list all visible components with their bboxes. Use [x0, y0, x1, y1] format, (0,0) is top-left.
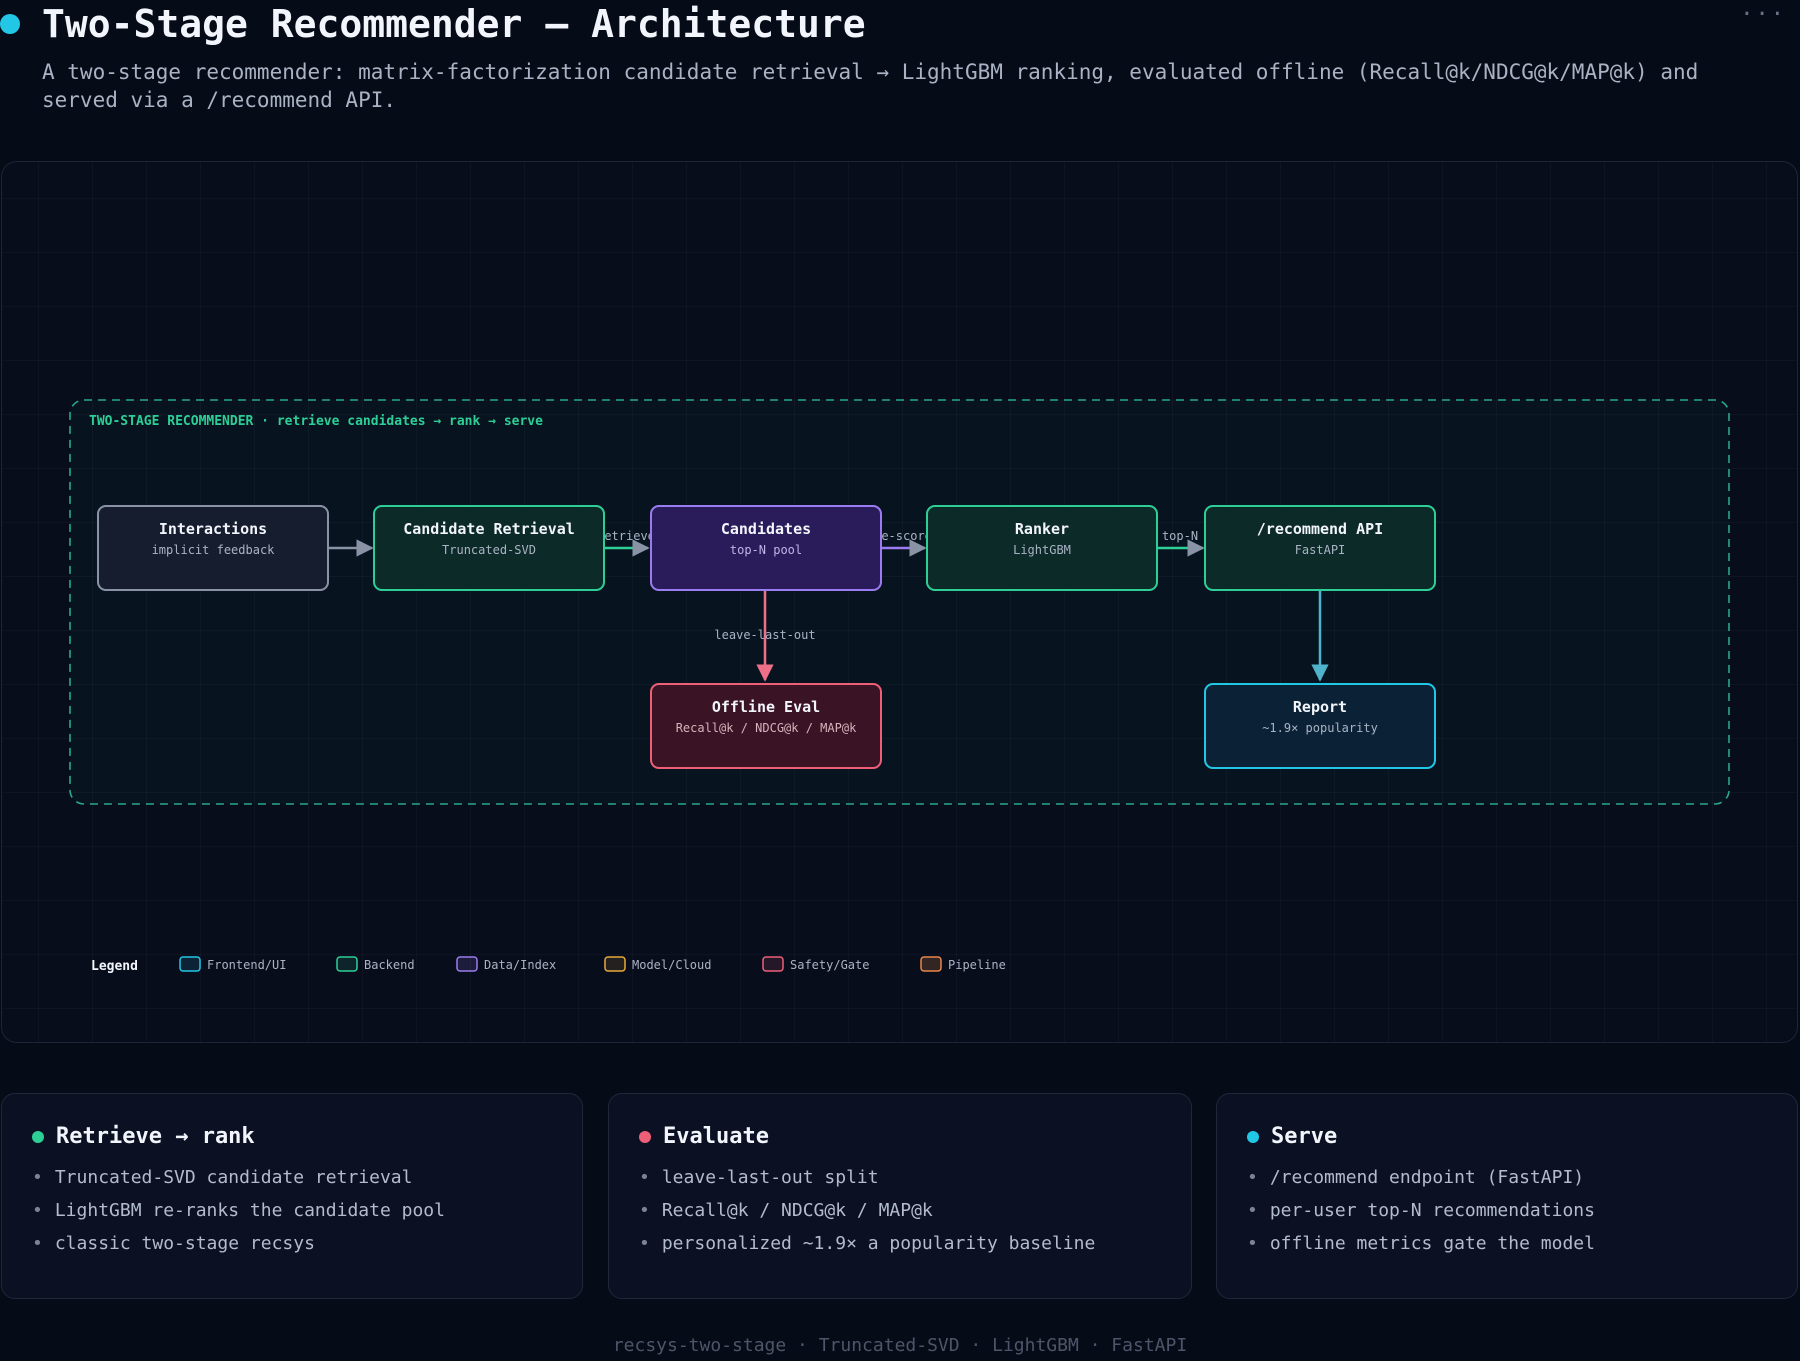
- card-retrieve-rank-list: Truncated-SVD candidate retrieval LightG…: [32, 1161, 582, 1260]
- node-candidate-retrieval-title: Candidate Retrieval: [403, 520, 575, 538]
- legend: Legend Frontend/UI Backend Data/Index Mo…: [91, 956, 1006, 974]
- legend-item-model: Model/Cloud: [604, 956, 711, 972]
- node-candidates-subtitle: top-N pool: [730, 543, 802, 557]
- legend-swatch-backend: [336, 956, 358, 972]
- legend-swatch-frontend: [179, 956, 201, 972]
- legend-item-pipeline: Pipeline: [920, 956, 1006, 972]
- list-item: per-user top-N recommendations: [1247, 1194, 1797, 1227]
- card-evaluate: Evaluate leave-last-out split Recall@k /…: [608, 1093, 1192, 1299]
- legend-label-model: Model/Cloud: [632, 958, 711, 972]
- card-serve-title: Serve: [1271, 1124, 1338, 1149]
- architecture-diagram: TWO-STAGE RECOMMENDER · retrieve candida…: [69, 399, 1730, 974]
- card-evaluate-list: leave-last-out split Recall@k / NDCG@k /…: [639, 1161, 1191, 1260]
- legend-swatch-model: [604, 956, 626, 972]
- node-offline-eval-title: Offline Eval: [712, 698, 820, 716]
- node-interactions-title: Interactions: [159, 520, 267, 538]
- card-serve-head: Serve: [1247, 1124, 1797, 1149]
- card-serve-list: /recommend endpoint (FastAPI) per-user t…: [1247, 1161, 1797, 1260]
- card-serve: Serve /recommend endpoint (FastAPI) per-…: [1216, 1093, 1798, 1299]
- node-recommend-api-title: /recommend API: [1257, 520, 1383, 538]
- legend-title: Legend: [91, 959, 138, 974]
- footer: recsys-two-stage · Truncated-SVD · Light…: [612, 1335, 1188, 1356]
- node-candidates-title: Candidates: [721, 520, 811, 538]
- node-offline-eval-subtitle: Recall@k / NDCG@k / MAP@k: [676, 721, 857, 735]
- legend-label-data: Data/Index: [484, 958, 556, 972]
- list-item: Recall@k / NDCG@k / MAP@k: [639, 1194, 1191, 1227]
- card-evaluate-head: Evaluate: [639, 1124, 1191, 1149]
- node-ranker-title: Ranker: [1015, 520, 1069, 538]
- edge-label-leave-last-out: leave-last-out: [714, 628, 815, 642]
- card-retrieve-rank-title: Retrieve → rank: [56, 1124, 255, 1149]
- legend-label-safety: Safety/Gate: [790, 958, 869, 972]
- node-ranker-subtitle: LightGBM: [1013, 543, 1071, 557]
- legend-label-frontend: Frontend/UI: [207, 958, 286, 972]
- list-item: personalized ~1.9× a popularity baseline: [639, 1227, 1191, 1260]
- node-report-title: Report: [1293, 698, 1347, 716]
- card-retrieve-rank-head: Retrieve → rank: [32, 1124, 582, 1149]
- pipeline-group-label: TWO-STAGE RECOMMENDER · retrieve candida…: [89, 414, 543, 429]
- card-retrieve-rank: Retrieve → rank Truncated-SVD candidate …: [1, 1093, 583, 1299]
- edge-label-re-score: re-score: [874, 529, 932, 543]
- node-recommend-api[interactable]: /recommend API FastAPI: [1204, 505, 1436, 591]
- node-interactions-subtitle: implicit feedback: [152, 543, 276, 557]
- legend-label-backend: Backend: [364, 958, 415, 972]
- node-offline-eval[interactable]: Offline Eval Recall@k / NDCG@k / MAP@k: [650, 683, 882, 769]
- node-ranker[interactable]: Ranker LightGBM: [926, 505, 1158, 591]
- legend-item-backend: Backend: [336, 956, 415, 972]
- node-interactions[interactable]: Interactions implicit feedback: [97, 505, 329, 591]
- list-item: /recommend endpoint (FastAPI): [1247, 1161, 1797, 1194]
- pipeline-group-box: [69, 399, 1730, 805]
- node-candidates[interactable]: Candidates top-N pool: [650, 505, 882, 591]
- legend-swatch-data: [456, 956, 478, 972]
- legend-swatch-pipeline: [920, 956, 942, 972]
- node-candidate-retrieval[interactable]: Candidate Retrieval Truncated-SVD: [373, 505, 605, 591]
- node-report[interactable]: Report ~1.9× popularity: [1204, 683, 1436, 769]
- list-item: leave-last-out split: [639, 1161, 1191, 1194]
- legend-item-frontend: Frontend/UI: [179, 956, 286, 972]
- edge-label-retrieve: retrieve: [597, 529, 655, 543]
- legend-label-pipeline: Pipeline: [948, 958, 1006, 972]
- legend-swatch-safety: [762, 956, 784, 972]
- legend-item-data: Data/Index: [456, 956, 556, 972]
- list-item: classic two-stage recsys: [32, 1227, 582, 1260]
- card-retrieve-rank-dot: [32, 1130, 44, 1143]
- node-recommend-api-subtitle: FastAPI: [1295, 543, 1346, 557]
- edge-label-top-n: top-N: [1162, 529, 1198, 543]
- list-item: Truncated-SVD candidate retrieval: [32, 1161, 582, 1194]
- card-evaluate-title: Evaluate: [663, 1124, 769, 1149]
- list-item: LightGBM re-ranks the candidate pool: [32, 1194, 582, 1227]
- list-item: offline metrics gate the model: [1247, 1227, 1797, 1260]
- legend-item-safety: Safety/Gate: [762, 956, 869, 972]
- card-evaluate-dot: [639, 1130, 651, 1143]
- node-candidate-retrieval-subtitle: Truncated-SVD: [442, 543, 536, 557]
- card-serve-dot: [1247, 1130, 1259, 1143]
- node-report-subtitle: ~1.9× popularity: [1262, 721, 1378, 735]
